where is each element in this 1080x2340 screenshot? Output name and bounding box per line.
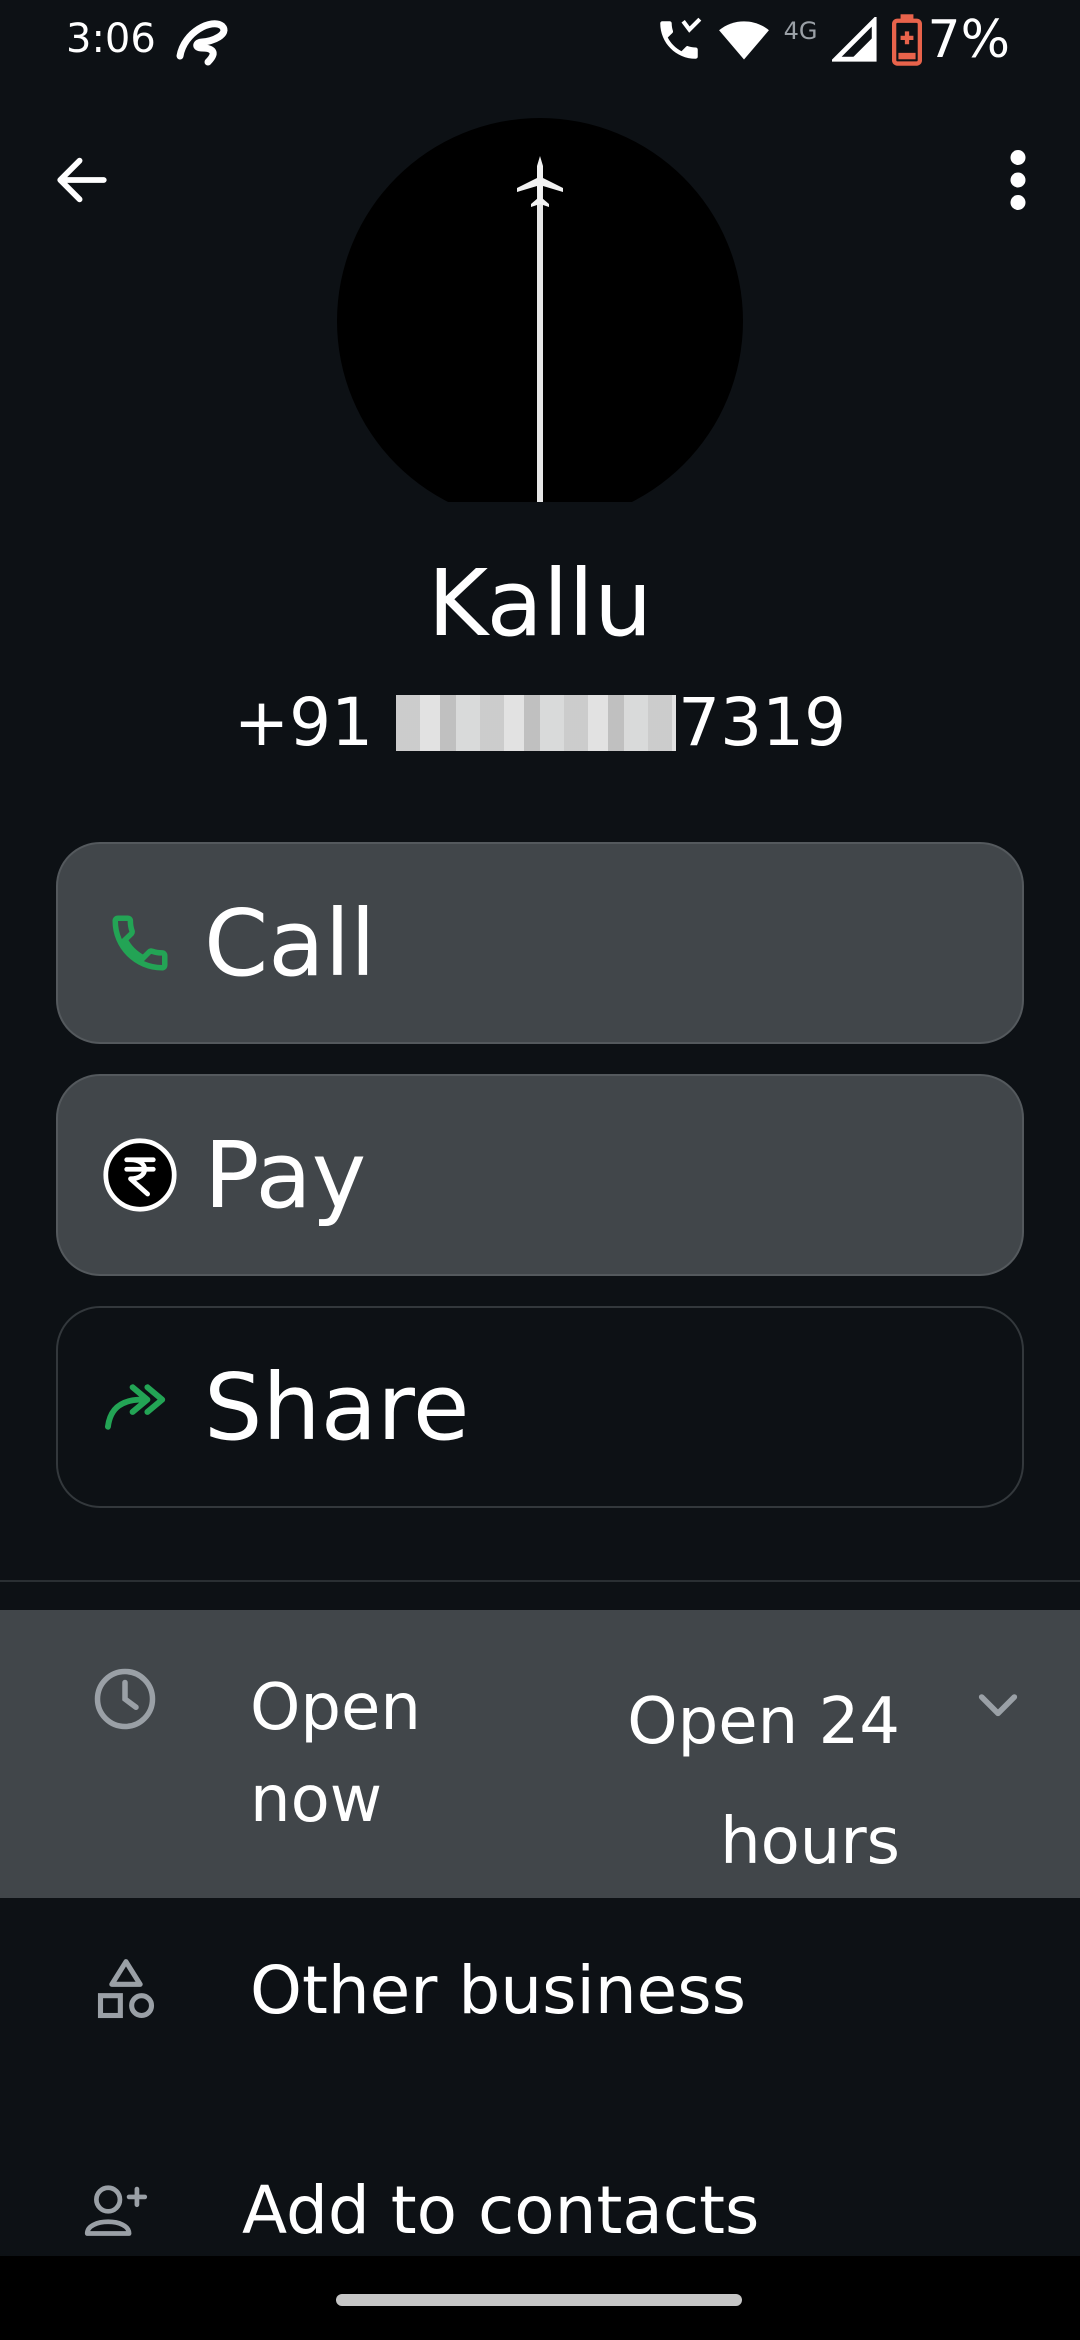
other-business-label: Other business — [250, 1951, 747, 2029]
contact-phone: +91 7319 — [0, 684, 1080, 761]
status-icons: 4G 7% — [654, 10, 1011, 70]
status-time: 3:06 — [66, 16, 156, 62]
hours-row[interactable]: Open now Open 24 hours — [0, 1610, 1080, 1898]
wifi-icon — [718, 21, 769, 60]
status-bar: 3:06 4G 7% — [0, 0, 1080, 80]
hours-detail-line2: hours — [720, 1805, 900, 1879]
hours-detail: Open 24 hours — [600, 1662, 900, 1902]
hours-detail-line1: Open 24 — [627, 1685, 900, 1759]
open-status-line1: Open — [250, 1671, 421, 1745]
pay-button[interactable]: Pay — [56, 1074, 1024, 1276]
phone-icon — [112, 915, 168, 971]
battery-low-icon — [891, 14, 922, 66]
network-type-label: 4G — [783, 17, 818, 45]
wifi-calling-icon — [659, 17, 701, 59]
add-to-contacts-label: Add to contacts — [242, 2171, 760, 2249]
rupee-icon — [103, 1138, 177, 1212]
open-status: Open now — [250, 1662, 450, 1846]
chevron-down-icon[interactable] — [970, 1676, 1026, 1732]
call-label: Call — [204, 889, 376, 997]
open-status-line2: now — [250, 1763, 383, 1837]
pay-label: Pay — [204, 1121, 367, 1229]
share-label: Share — [204, 1353, 470, 1461]
battery-percent: 7% — [927, 10, 1011, 70]
more-vertical-icon — [1010, 150, 1026, 210]
phone-prefix: +91 — [233, 684, 374, 761]
home-gesture-handle[interactable] — [336, 2294, 742, 2306]
call-button[interactable]: Call — [56, 842, 1024, 1044]
signal-icon — [831, 17, 877, 62]
phone-suffix: 7319 — [678, 684, 847, 761]
divider — [0, 1580, 1080, 1582]
shapes-icon — [97, 1959, 155, 2019]
contact-avatar — [337, 118, 743, 502]
more-options-button[interactable] — [978, 140, 1058, 220]
arrow-left-icon — [57, 157, 107, 203]
redacted-digits — [396, 694, 677, 751]
navigation-bar — [0, 2256, 1080, 2340]
contact-name: Kallu — [427, 550, 653, 657]
clock-icon — [94, 1668, 156, 1730]
back-button[interactable] — [42, 140, 122, 220]
carrier-icon — [176, 20, 228, 66]
airplane-icon — [517, 156, 563, 502]
share-button[interactable]: Share — [56, 1306, 1024, 1508]
add-person-icon — [84, 2185, 148, 2236]
share-arrow-icon — [104, 1384, 166, 1430]
other-business-item[interactable]: Other business — [0, 1890, 1080, 2090]
